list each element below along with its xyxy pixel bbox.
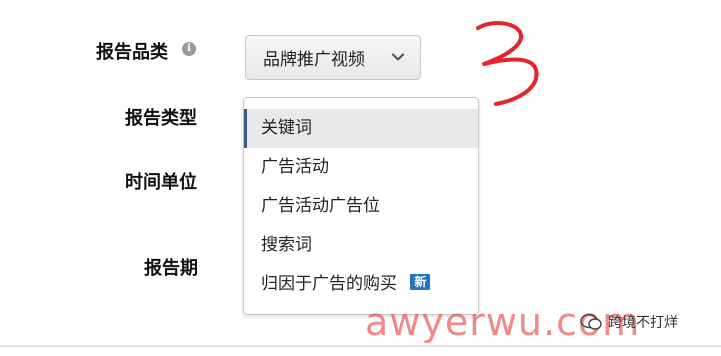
report-category-value: 品牌推广视频 — [263, 50, 365, 70]
report-type-option-keyword[interactable]: 关键词 — [244, 109, 478, 148]
info-icon[interactable]: i — [182, 42, 196, 56]
watermark-brand-label: 跨境不打烊 — [608, 315, 678, 331]
handwritten-number-annotation — [476, 21, 539, 106]
option-label: 搜索词 — [261, 235, 312, 255]
chat-bubble-icon — [580, 313, 602, 330]
report-type-option-campaign[interactable]: 广告活动 — [244, 148, 478, 187]
option-label: 广告活动 — [261, 157, 329, 177]
report-category-label: 报告品类 — [96, 42, 168, 63]
report-settings-panel: 报告品类 i 品牌推广视频 报告类型 时间单位 报告期 关键词 广告活动 广告活… — [0, 0, 721, 356]
report-type-label: 报告类型 — [125, 108, 197, 129]
option-label: 广告活动广告位 — [261, 196, 380, 216]
watermark-brand: 跨境不打烊 — [580, 312, 678, 332]
new-badge: 新 — [410, 274, 431, 290]
report-period-label: 报告期 — [144, 258, 198, 279]
report-type-option-attributed-purchases[interactable]: 归因于广告的购买 新 — [244, 265, 478, 304]
option-label: 关键词 — [261, 118, 312, 138]
chevron-down-icon — [391, 53, 405, 61]
option-label: 归因于广告的购买 — [261, 274, 397, 294]
time-unit-label: 时间单位 — [125, 172, 197, 193]
report-type-dropdown: 关键词 广告活动 广告活动广告位 搜索词 归因于广告的购买 新 — [243, 97, 479, 315]
divider — [0, 345, 721, 347]
report-category-select[interactable]: 品牌推广视频 — [245, 35, 421, 80]
report-type-option-search-term[interactable]: 搜索词 — [244, 226, 478, 265]
report-type-option-campaign-placement[interactable]: 广告活动广告位 — [244, 187, 478, 226]
